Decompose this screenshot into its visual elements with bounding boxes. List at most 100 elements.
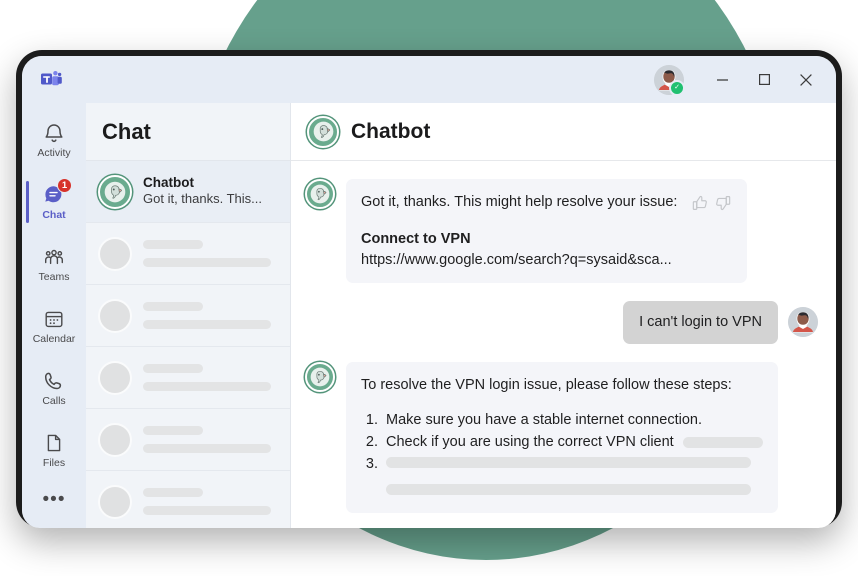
bot-avatar-image [313, 121, 333, 142]
placeholder-meta [143, 426, 278, 453]
conversation-title: Chatbot [351, 119, 431, 143]
message-text: Got it, thanks. This might help resolve … [361, 194, 678, 210]
placeholder-avatar [98, 298, 132, 333]
step-number: 2. [365, 434, 378, 451]
sidebar-item-label: Calls [42, 395, 66, 408]
message-bubble: Got it, thanks. This might help resolve … [346, 179, 748, 284]
list-item[interactable] [86, 347, 290, 409]
message-bubble: I can't login to VPN [623, 301, 778, 344]
placeholder-line [143, 426, 203, 435]
placeholder-meta [143, 488, 278, 515]
message-link-url[interactable]: https://www.google.com/search?q=sysaid&s… [361, 250, 732, 271]
placeholder-line [143, 320, 271, 329]
more-apps-button[interactable]: ••• [43, 489, 66, 511]
list-item[interactable] [86, 285, 290, 347]
teams-window: ✓ Activity 1 Chat Teams Calendar Calls F… [22, 56, 836, 528]
titlebar-controls: ✓ [654, 56, 826, 103]
avatar[interactable]: ✓ [654, 64, 685, 96]
chat-list-header: Chat [86, 103, 290, 161]
bot-avatar [307, 115, 339, 148]
sidebar-item-label: Chat [42, 209, 66, 222]
thumbs-up-icon[interactable] [691, 194, 709, 217]
bell-icon [42, 121, 66, 145]
teams-logo-icon [41, 70, 62, 85]
file-icon [42, 431, 66, 455]
list-item: 2. Check if you are using the correct VP… [361, 431, 763, 453]
message-bot-1: Got it, thanks. This might help resolve … [305, 179, 818, 284]
sidebar-item-label: Files [42, 457, 66, 470]
message-top-row: Got it, thanks. This might help resolve … [361, 192, 732, 217]
placeholder-avatar [98, 360, 132, 395]
list-item-preview: Got it, thanks. This... [143, 191, 262, 207]
placeholder-line [143, 302, 203, 311]
message-bubble: To resolve the VPN login issue, please f… [346, 361, 778, 514]
placeholder-line [143, 364, 203, 373]
list-item-chatbot[interactable]: Chatbot Got it, thanks. This... [86, 161, 290, 223]
step-text-row: Check if you are using the correct VPN c… [386, 431, 763, 453]
window-body: Activity 1 Chat Teams Calendar Calls Fil… [22, 103, 836, 528]
conversation-header: Chatbot [291, 103, 836, 161]
list-item[interactable] [86, 409, 290, 471]
message-user-1: I can't login to VPN [305, 301, 818, 344]
maximize-icon [758, 74, 770, 86]
redacted-bar [682, 436, 763, 448]
list-item[interactable] [86, 471, 290, 528]
placeholder-line [143, 258, 271, 267]
step-number: 1. [365, 412, 378, 429]
sidebar-item-calls[interactable]: Calls [22, 357, 86, 419]
bot-avatar [305, 179, 335, 209]
placeholder-meta [143, 240, 278, 267]
message-text: I can't login to VPN [639, 314, 762, 331]
chat-icon: 1 [42, 178, 72, 207]
list-item: 3. [361, 453, 763, 475]
placeholder-avatar [98, 236, 132, 271]
redacted-bar [386, 457, 751, 469]
placeholder-line [143, 506, 271, 515]
thumbs-down-icon[interactable] [714, 194, 732, 217]
bot-avatar [98, 174, 132, 209]
bot-avatar-image [104, 181, 126, 202]
message-list: Got it, thanks. This might help resolve … [291, 161, 836, 528]
sidebar-item-files[interactable]: Files [22, 419, 86, 481]
calendar-icon [42, 307, 66, 331]
bot-avatar-image [310, 184, 330, 204]
sidebar-item-label: Calendar [32, 333, 76, 346]
placeholder-line [143, 488, 203, 497]
sidebar-item-calendar[interactable]: Calendar [22, 295, 86, 357]
placeholder-meta [143, 364, 278, 391]
close-button[interactable] [786, 64, 826, 96]
sidebar-item-chat[interactable]: 1 Chat [22, 171, 86, 233]
placeholder-avatar [98, 422, 132, 457]
screenshot-root: ✓ Activity 1 Chat Teams Calendar Calls F… [0, 0, 858, 576]
user-avatar-image [788, 307, 818, 338]
minimize-button[interactable] [702, 64, 742, 96]
message-bot-2: To resolve the VPN login issue, please f… [305, 361, 818, 514]
step-text: Check if you are using the correct VPN c… [386, 434, 674, 451]
avatar [788, 307, 818, 338]
sidebar-item-teams[interactable]: Teams [22, 233, 86, 295]
window-titlebar: ✓ [22, 56, 836, 103]
list-item-meta: Chatbot Got it, thanks. This... [143, 175, 278, 209]
maximize-button[interactable] [744, 64, 784, 96]
reaction-buttons [691, 192, 732, 217]
list-item[interactable] [86, 223, 290, 285]
placeholder-line [143, 240, 203, 249]
message-text: To resolve the VPN login issue, please f… [361, 376, 732, 393]
bot-avatar-image [310, 367, 330, 387]
phone-icon [42, 369, 66, 393]
sidebar-item-activity[interactable]: Activity [22, 109, 86, 171]
sidebar-item-label: Teams [38, 271, 70, 284]
placeholder-meta [143, 302, 278, 329]
conversation-panel: Chatbot Got it, thanks. This might help … [291, 103, 836, 528]
placeholder-avatar [98, 484, 132, 519]
step-text: Make sure you have a stable internet con… [386, 412, 702, 429]
message-link-title[interactable]: Connect to VPN [361, 229, 732, 250]
page-title: Chat [102, 118, 151, 144]
list-item: 1. Make sure you have a stable internet … [361, 409, 763, 431]
presence-indicator: ✓ [669, 79, 685, 96]
sidebar-item-label: Activity [37, 147, 71, 160]
placeholder-line [143, 382, 271, 391]
step-number: 3. [365, 456, 378, 473]
app-rail: Activity 1 Chat Teams Calendar Calls Fil… [22, 103, 86, 528]
teams-icon [42, 245, 66, 269]
